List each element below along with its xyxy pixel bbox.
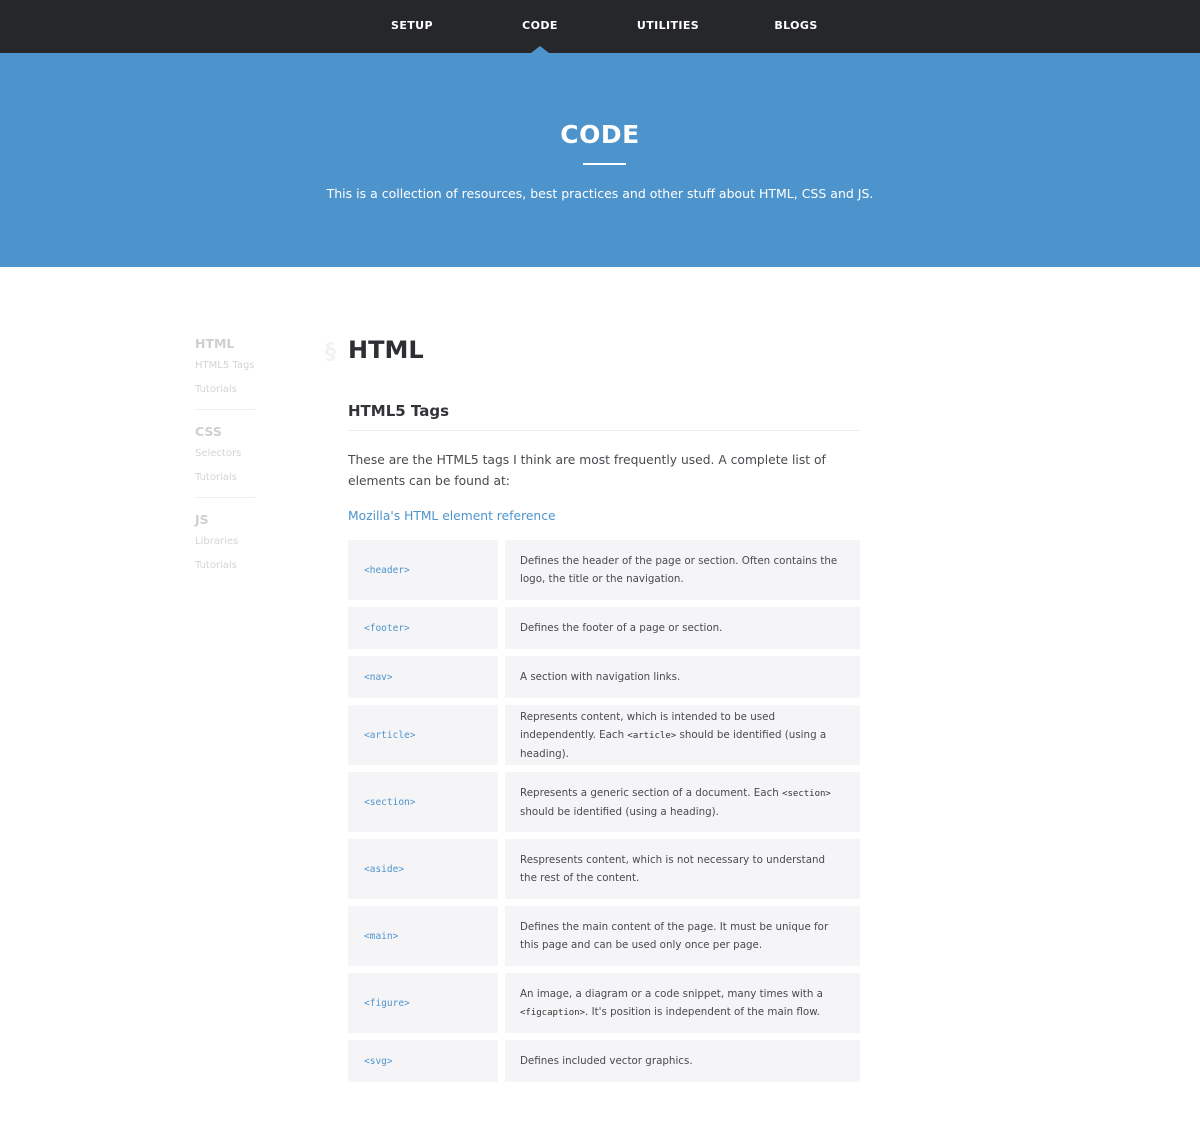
hero-title: CODE bbox=[560, 120, 640, 149]
table-row: <article> Represents content, which is i… bbox=[348, 705, 860, 765]
tag-name-cell: <figure> bbox=[348, 973, 498, 1033]
table-row: <section> Represents a generic section o… bbox=[348, 772, 860, 832]
intro-paragraph: These are the HTML5 tags I think are mos… bbox=[348, 453, 826, 488]
tag-description-cell: Defines the footer of a page or section. bbox=[505, 607, 860, 649]
sidebar-item-html-tutorials[interactable]: Tutorials bbox=[195, 382, 255, 406]
tag-description-cell: Respresents content, which is not necess… bbox=[505, 839, 860, 899]
main-content: § HTML HTML5 Tags These are the HTML5 ta… bbox=[325, 330, 860, 1089]
table-row: <footer> Defines the footer of a page or… bbox=[348, 607, 860, 649]
nav-link-utilities[interactable]: UTILITIES bbox=[598, 0, 738, 53]
section-heading: HTML bbox=[348, 336, 424, 364]
hero-divider bbox=[583, 163, 626, 165]
nav-link-code[interactable]: CODE bbox=[470, 0, 610, 53]
tag-name-cell: <aside> bbox=[348, 839, 498, 899]
tag-description-cell: Defines the header of the page or sectio… bbox=[505, 540, 860, 600]
table-row: <aside> Respresents content, which is no… bbox=[348, 839, 860, 899]
section-anchor-icon[interactable]: § bbox=[325, 340, 336, 365]
hero-subtitle: This is a collection of resources, best … bbox=[326, 186, 874, 201]
tag-description-cell: Defines included vector graphics. bbox=[505, 1040, 860, 1082]
nav-link-blogs[interactable]: BLOGS bbox=[726, 0, 866, 53]
sidebar-item-html5-tags[interactable]: HTML5 Tags bbox=[195, 358, 255, 382]
tag-name-cell: <footer> bbox=[348, 607, 498, 649]
table-row: <header> Defines the header of the page … bbox=[348, 540, 860, 600]
table-row: <main> Defines the main content of the p… bbox=[348, 906, 860, 966]
top-navigation: SETUP CODE UTILITIES BLOGS bbox=[0, 0, 1200, 53]
sidebar-item-libraries[interactable]: Libraries bbox=[195, 534, 255, 558]
sidebar-group-js[interactable]: JS bbox=[195, 512, 255, 534]
table-row: <nav> A section with navigation links. bbox=[348, 656, 860, 698]
table-row: <svg> Defines included vector graphics. bbox=[348, 1040, 860, 1082]
sidebar-group-css[interactable]: CSS bbox=[195, 424, 255, 446]
tag-description-cell: Defines the main content of the page. It… bbox=[505, 906, 860, 966]
nav-link-setup[interactable]: SETUP bbox=[342, 0, 482, 53]
html5-tags-table: <header> Defines the header of the page … bbox=[348, 540, 860, 1082]
mdn-reference-link[interactable]: Mozilla's HTML element reference bbox=[348, 509, 556, 523]
tag-name-cell: <nav> bbox=[348, 656, 498, 698]
tag-name-cell: <header> bbox=[348, 540, 498, 600]
sidebar-item-selectors[interactable]: Selectors bbox=[195, 446, 255, 470]
tag-description-cell: Represents a generic section of a docume… bbox=[505, 772, 860, 832]
tag-name-cell: <section> bbox=[348, 772, 498, 832]
sidebar-group-html[interactable]: HTML bbox=[195, 336, 255, 358]
tag-description-cell: Represents content, which is intended to… bbox=[505, 705, 860, 765]
table-row: <figure> An image, a diagram or a code s… bbox=[348, 973, 860, 1033]
tag-name-cell: <main> bbox=[348, 906, 498, 966]
tag-description-cell: A section with navigation links. bbox=[505, 656, 860, 698]
sidebar-item-css-tutorials[interactable]: Tutorials bbox=[195, 470, 255, 494]
sidebar-item-js-tutorials[interactable]: Tutorials bbox=[195, 558, 255, 582]
tag-name-cell: <svg> bbox=[348, 1040, 498, 1082]
tag-description-cell: An image, a diagram or a code snippet, m… bbox=[505, 973, 860, 1033]
hero-banner: CODE This is a collection of resources, … bbox=[0, 53, 1200, 267]
section-sidebar: HTML HTML5 Tags Tutorials CSS Selectors … bbox=[195, 336, 255, 582]
sidebar-divider bbox=[195, 497, 255, 498]
sidebar-divider bbox=[195, 409, 255, 410]
subsection-heading: HTML5 Tags bbox=[348, 402, 860, 431]
tag-name-cell: <article> bbox=[348, 705, 498, 765]
